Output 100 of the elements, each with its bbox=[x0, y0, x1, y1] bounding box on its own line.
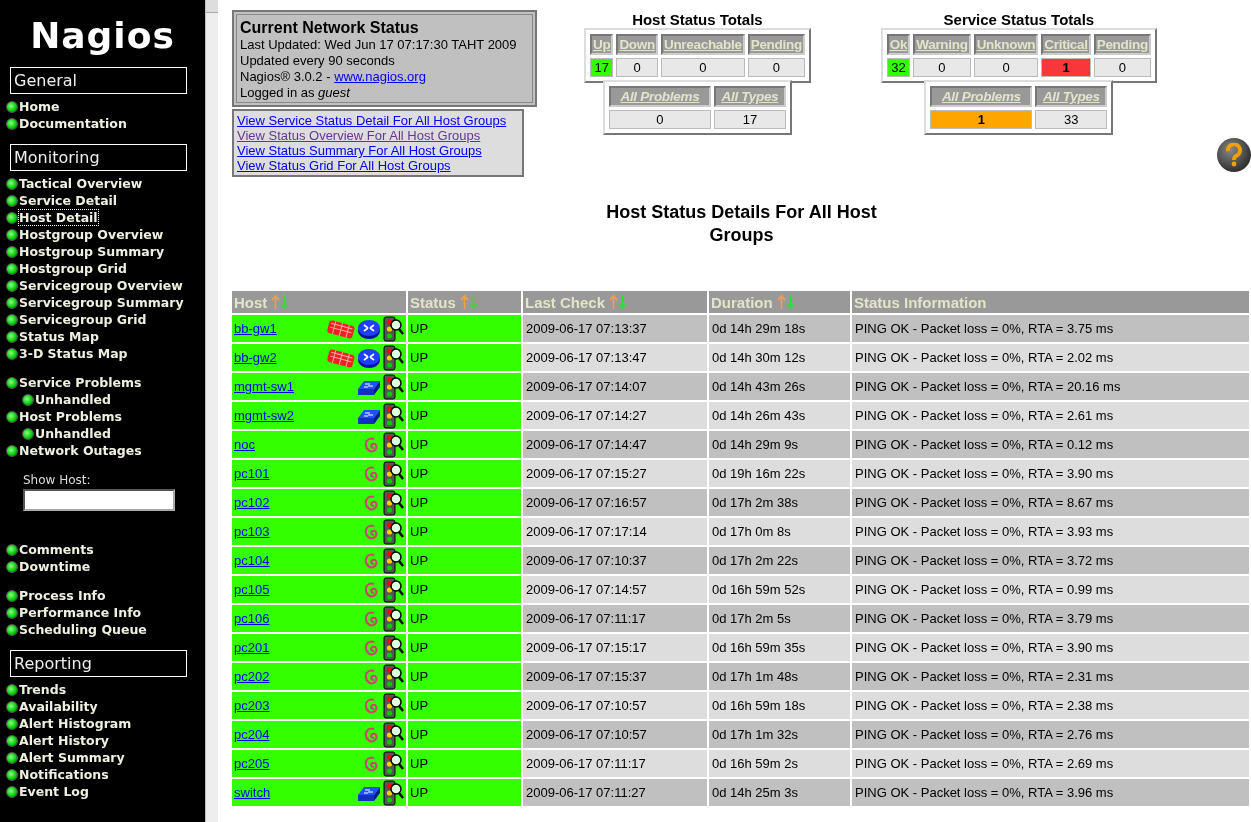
nav-link[interactable]: Hostgroup Overview bbox=[6, 226, 205, 243]
bullet-icon bbox=[6, 117, 18, 130]
table-cell: 2009-06-17 07:14:57 bbox=[523, 576, 707, 603]
host-link[interactable]: bb-gw2 bbox=[234, 350, 277, 365]
host-link[interactable]: pc202 bbox=[234, 669, 270, 684]
host-link[interactable]: pc204 bbox=[234, 727, 270, 742]
traffic-light-magnifier-icon[interactable] bbox=[382, 344, 404, 371]
bullet-icon bbox=[6, 734, 18, 747]
traffic-light-magnifier-icon[interactable] bbox=[382, 779, 404, 806]
nav-link[interactable]: Status Map bbox=[6, 328, 205, 345]
table-cell: 2009-06-17 07:11:27 bbox=[523, 779, 707, 806]
nav-link[interactable]: Performance Info bbox=[6, 604, 205, 621]
nav-link[interactable]: Servicegroup Grid bbox=[6, 311, 205, 328]
bullet-icon bbox=[6, 194, 18, 207]
traffic-light-magnifier-icon[interactable] bbox=[382, 518, 404, 545]
host-link[interactable]: pc104 bbox=[234, 553, 270, 568]
status-cell: UP bbox=[408, 431, 521, 458]
nav-link[interactable]: Trends bbox=[6, 681, 205, 698]
section-title: General bbox=[10, 67, 187, 94]
table-cell: 2009-06-17 07:14:07 bbox=[523, 373, 707, 400]
nav-link[interactable]: Downtime bbox=[6, 558, 205, 575]
nav-link[interactable]: Hostgroup Summary bbox=[6, 243, 205, 260]
host-link[interactable]: pc103 bbox=[234, 524, 270, 539]
bullet-icon bbox=[6, 330, 18, 343]
table-cell: PING OK - Packet loss = 0%, RTA = 20.16 ms bbox=[852, 373, 1249, 400]
website-link[interactable]: www.nagios.org bbox=[334, 69, 426, 84]
nav-link[interactable]: Network Outages bbox=[6, 442, 205, 459]
status-cell: UP bbox=[408, 576, 521, 603]
nav-link[interactable]: Host Problems bbox=[6, 408, 205, 425]
traffic-light-magnifier-icon[interactable] bbox=[382, 460, 404, 487]
nav-link[interactable]: 3-D Status Map bbox=[6, 345, 205, 362]
help-icon[interactable] bbox=[1217, 138, 1251, 172]
traffic-light-magnifier-icon[interactable] bbox=[382, 373, 404, 400]
host-link[interactable]: pc201 bbox=[234, 640, 270, 655]
traffic-light-magnifier-icon[interactable] bbox=[382, 750, 404, 777]
traffic-light-magnifier-icon[interactable] bbox=[382, 315, 404, 342]
nav-link[interactable]: Availability bbox=[6, 698, 205, 715]
host-link[interactable]: pc102 bbox=[234, 495, 270, 510]
table-cell: 2009-06-17 07:14:47 bbox=[523, 431, 707, 458]
traffic-light-magnifier-icon[interactable] bbox=[382, 431, 404, 458]
nav-link[interactable]: Servicegroup Summary bbox=[6, 294, 205, 311]
nav-link[interactable]: Process Info bbox=[6, 587, 205, 604]
show-host-field[interactable] bbox=[23, 489, 175, 511]
nav-link[interactable]: Tactical Overview bbox=[6, 175, 205, 192]
traffic-light-magnifier-icon[interactable] bbox=[382, 547, 404, 574]
table-cell: PING OK - Packet loss = 0%, RTA = 3.96 ms bbox=[852, 779, 1249, 806]
traffic-light-magnifier-icon[interactable] bbox=[382, 402, 404, 429]
traffic-light-magnifier-icon[interactable] bbox=[382, 489, 404, 516]
nav-link[interactable]: Event Log bbox=[6, 783, 205, 800]
host-link[interactable]: mgmt-sw2 bbox=[234, 408, 294, 423]
table-cell: 2009-06-17 07:13:47 bbox=[523, 344, 707, 371]
nav-link[interactable]: Unhandled bbox=[22, 391, 205, 408]
status-text: Updated every 90 seconds bbox=[240, 53, 396, 69]
nav-link[interactable]: Host Detail bbox=[6, 209, 205, 226]
view-link[interactable]: View Status Summary For All Host Groups bbox=[237, 143, 519, 158]
table-cell: PING OK - Packet loss = 0%, RTA = 2.61 ms bbox=[852, 402, 1249, 429]
table-cell: PING OK - Packet loss = 0%, RTA = 2.02 ms bbox=[852, 344, 1249, 371]
nav-link[interactable]: Service Problems bbox=[6, 374, 205, 391]
bullet-icon bbox=[6, 717, 18, 730]
bullet-icon bbox=[6, 211, 18, 224]
traffic-light-magnifier-icon[interactable] bbox=[382, 634, 404, 661]
nav-link[interactable]: Alert History bbox=[6, 732, 205, 749]
view-link[interactable]: View Status Overview For All Host Groups bbox=[237, 128, 519, 143]
bullet-icon bbox=[6, 410, 18, 423]
host-link[interactable]: pc105 bbox=[234, 582, 270, 597]
nav-link[interactable]: Home bbox=[6, 98, 205, 115]
table-cell: PING OK - Packet loss = 0%, RTA = 2.76 ms bbox=[852, 721, 1249, 748]
nav-link[interactable]: Servicegroup Overview bbox=[6, 277, 205, 294]
host-link[interactable]: pc101 bbox=[234, 466, 270, 481]
nav-link[interactable]: Notifications bbox=[6, 766, 205, 783]
table-cell: 0d 17h 2m 5s bbox=[709, 605, 850, 632]
table-cell: 2009-06-17 07:17:14 bbox=[523, 518, 707, 545]
nav-link[interactable]: Service Detail bbox=[6, 192, 205, 209]
traffic-light-magnifier-icon[interactable] bbox=[382, 692, 404, 719]
nav-link[interactable]: Unhandled bbox=[22, 425, 205, 442]
scrollbar[interactable] bbox=[205, 0, 218, 822]
nav-link[interactable]: Alert Histogram bbox=[6, 715, 205, 732]
status-cell: UP bbox=[408, 721, 521, 748]
nav-link[interactable]: Documentation bbox=[6, 115, 205, 132]
status-cell: UP bbox=[408, 750, 521, 777]
host-link[interactable]: pc106 bbox=[234, 611, 270, 626]
view-link[interactable]: View Status Grid For All Host Groups bbox=[237, 158, 519, 173]
host-link[interactable]: bb-gw1 bbox=[234, 321, 277, 336]
nav-link[interactable]: Comments bbox=[6, 541, 205, 558]
nav-link[interactable]: Alert Summary bbox=[6, 749, 205, 766]
host-link[interactable]: pc205 bbox=[234, 756, 270, 771]
status-cell: UP bbox=[408, 634, 521, 661]
host-link[interactable]: noc bbox=[234, 437, 255, 452]
host-link[interactable]: switch bbox=[234, 785, 271, 800]
traffic-light-magnifier-icon[interactable] bbox=[382, 576, 404, 603]
table-cell: 0d 17h 1m 32s bbox=[709, 721, 850, 748]
traffic-light-magnifier-icon[interactable] bbox=[382, 663, 404, 690]
view-link[interactable]: View Service Status Detail For All Host Groups bbox=[237, 113, 519, 128]
traffic-light-magnifier-icon[interactable] bbox=[382, 605, 404, 632]
host-link[interactable]: pc203 bbox=[234, 698, 270, 713]
table-cell: 2009-06-17 07:15:37 bbox=[523, 663, 707, 690]
traffic-light-magnifier-icon[interactable] bbox=[382, 721, 404, 748]
nav-link[interactable]: Hostgroup Grid bbox=[6, 260, 205, 277]
host-link[interactable]: mgmt-sw1 bbox=[234, 379, 294, 394]
nav-link[interactable]: Scheduling Queue bbox=[6, 621, 205, 638]
